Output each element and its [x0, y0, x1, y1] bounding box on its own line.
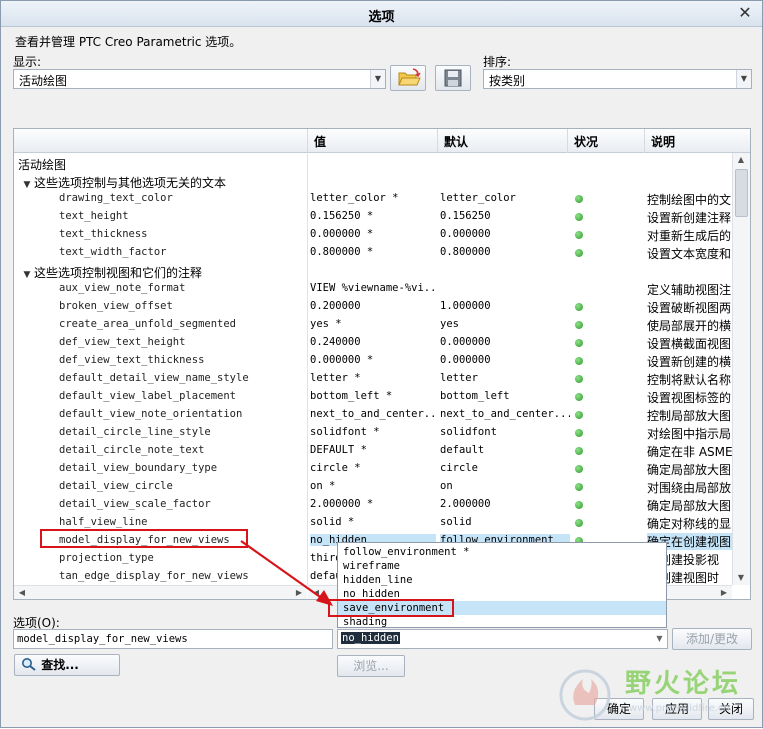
annotation-arrow — [240, 540, 333, 606]
annotation-box-selected-option — [328, 599, 454, 617]
options-dialog: 选项 ✕ 查看并管理 PTC Creo Parametric 选项。 显示: 活… — [0, 0, 763, 728]
